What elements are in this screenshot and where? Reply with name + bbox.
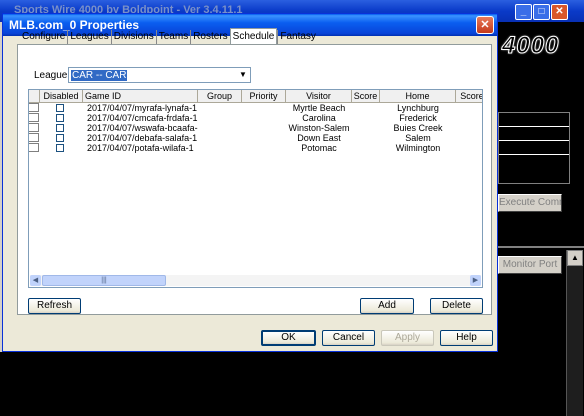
column-header-group[interactable]: Group	[198, 90, 242, 102]
maximize-icon[interactable]: □	[533, 4, 550, 20]
scroll-up-icon[interactable]: ▲	[567, 250, 583, 266]
apply-button[interactable]: Apply	[381, 330, 434, 346]
log-scrollbar[interactable]: ▲	[566, 250, 583, 416]
priority-cell[interactable]	[242, 103, 286, 113]
row-selector[interactable]	[29, 113, 39, 122]
home-score-cell[interactable]	[456, 113, 482, 123]
add-button[interactable]: Add	[360, 298, 414, 314]
game-id-cell[interactable]: 2017/04/07/myrafa-lynafa-1	[87, 103, 198, 113]
command-list[interactable]	[498, 112, 570, 184]
tab-divisions[interactable]: Divisions	[110, 30, 156, 44]
tab-schedule[interactable]: Schedule	[229, 28, 278, 45]
game-id-cell[interactable]: 2017/04/07/wswafa-bcaafa-1	[87, 123, 198, 133]
visitor-cell[interactable]: Myrtle Beach	[286, 103, 352, 113]
group-cell[interactable]	[198, 133, 242, 143]
group-cell[interactable]	[198, 103, 242, 113]
home-cell[interactable]: Wilmington	[380, 143, 456, 153]
visitor-score-cell[interactable]	[352, 143, 380, 153]
tab-teams[interactable]: Teams	[155, 30, 190, 44]
game-id-cell[interactable]: 2017/04/07/potafa-wilafa-1	[87, 143, 198, 153]
tab-leagues[interactable]: Leagues	[67, 30, 110, 44]
visitor-cell[interactable]: Potomac	[286, 143, 352, 153]
app-banner: 4000	[498, 22, 584, 66]
scroll-left-icon[interactable]: ◀	[30, 275, 41, 286]
scrollbar-thumb[interactable]: |||	[42, 275, 166, 286]
home-cell[interactable]: Salem	[380, 133, 456, 143]
ok-button[interactable]: OK	[261, 330, 316, 346]
group-cell[interactable]	[198, 143, 242, 153]
home-score-cell[interactable]	[456, 143, 482, 153]
schedule-grid[interactable]: Disabled Game ID Group Priority Visitor …	[28, 89, 483, 288]
cancel-button[interactable]: Cancel	[322, 330, 375, 346]
monitor-port-button[interactable]: Monitor Port	[498, 256, 562, 274]
log-area	[0, 352, 566, 416]
row-selector[interactable]	[29, 103, 39, 112]
column-header-home[interactable]: Home	[380, 90, 456, 102]
chevron-down-icon[interactable]: ▼	[237, 69, 249, 81]
row-selector-header	[29, 90, 40, 102]
table-row[interactable]: 2017/04/07/wswafa-bcaafa-1 Winston-Salem B…	[29, 123, 482, 133]
table-row[interactable]: 2017/04/07/cmcafa-frdafa-1 Carolina Freder…	[29, 113, 482, 123]
league-select[interactable]: CAR -- CAR ▼	[68, 67, 251, 83]
tab-configure[interactable]: Configure	[20, 30, 67, 44]
visitor-cell[interactable]: Winston-Salem	[286, 123, 352, 133]
refresh-button[interactable]: Refresh	[28, 298, 81, 314]
group-cell[interactable]	[198, 123, 242, 133]
home-score-cell[interactable]	[456, 123, 482, 133]
visitor-score-cell[interactable]	[352, 123, 380, 133]
column-header-priority[interactable]: Priority	[242, 90, 286, 102]
grid-header: Disabled Game ID Group Priority Visitor …	[29, 90, 482, 103]
home-score-cell[interactable]	[456, 133, 482, 143]
disabled-checkbox[interactable]	[56, 114, 64, 122]
disabled-checkbox[interactable]	[56, 144, 64, 152]
home-cell[interactable]: Lynchburg	[380, 103, 456, 113]
scroll-right-icon[interactable]: ▶	[470, 275, 481, 286]
priority-cell[interactable]	[242, 143, 286, 153]
visitor-score-cell[interactable]	[352, 113, 380, 123]
divider	[498, 246, 584, 248]
tab-strip: Configure Leagues Divisions Teams Rosters Sch…	[20, 28, 318, 45]
delete-button[interactable]: Delete	[430, 298, 483, 314]
column-header-game-id[interactable]: Game ID	[83, 90, 198, 102]
group-cell[interactable]	[198, 113, 242, 123]
horizontal-scrollbar[interactable]: ◀ ||| ▶	[30, 275, 481, 286]
row-selector[interactable]	[29, 123, 39, 132]
priority-cell[interactable]	[242, 113, 286, 123]
tab-rosters[interactable]: Rosters	[190, 30, 229, 44]
visitor-cell[interactable]: Carolina	[286, 113, 352, 123]
game-id-cell[interactable]: 2017/04/07/debafa-salafa-1	[87, 133, 198, 143]
priority-cell[interactable]	[242, 123, 286, 133]
close-icon[interactable]: ✕	[476, 16, 494, 34]
disabled-checkbox[interactable]	[56, 134, 64, 142]
table-row[interactable]: 2017/04/07/myrafa-lynafa-1 Myrtle Beach Ly…	[29, 103, 482, 113]
visitor-score-cell[interactable]	[352, 103, 380, 113]
visitor-cell[interactable]: Down East	[286, 133, 352, 143]
tab-fantasy[interactable]: Fantasy	[277, 30, 318, 44]
table-row[interactable]: 2017/04/07/potafa-wilafa-1 Potomac Wilming…	[29, 143, 482, 153]
column-header-visitor[interactable]: Visitor	[286, 90, 352, 102]
close-icon[interactable]: ✕	[551, 4, 568, 20]
row-selector[interactable]	[29, 133, 39, 142]
home-score-cell[interactable]	[456, 103, 482, 113]
league-label: League:	[34, 70, 71, 81]
row-selector[interactable]	[29, 143, 39, 152]
disabled-checkbox[interactable]	[56, 124, 64, 132]
league-selected-value: CAR -- CAR	[71, 70, 128, 81]
table-row[interactable]: 2017/04/07/debafa-salafa-1 Down East Salem	[29, 133, 482, 143]
column-header-visitor-score[interactable]: Score	[352, 90, 380, 102]
home-cell[interactable]: Frederick	[380, 113, 456, 123]
disabled-checkbox[interactable]	[56, 104, 64, 112]
app-logo: 4000	[501, 32, 560, 60]
column-header-home-score[interactable]: Score	[456, 90, 482, 102]
column-header-disabled[interactable]: Disabled	[40, 90, 83, 102]
execute-command-button[interactable]: Execute Command	[498, 194, 562, 212]
game-id-cell[interactable]: 2017/04/07/cmcafa-frdafa-1	[87, 113, 198, 123]
home-cell[interactable]: Buies Creek	[380, 123, 456, 133]
priority-cell[interactable]	[242, 133, 286, 143]
visitor-score-cell[interactable]	[352, 133, 380, 143]
help-button[interactable]: Help	[440, 330, 493, 346]
minimize-icon[interactable]: _	[515, 4, 532, 20]
